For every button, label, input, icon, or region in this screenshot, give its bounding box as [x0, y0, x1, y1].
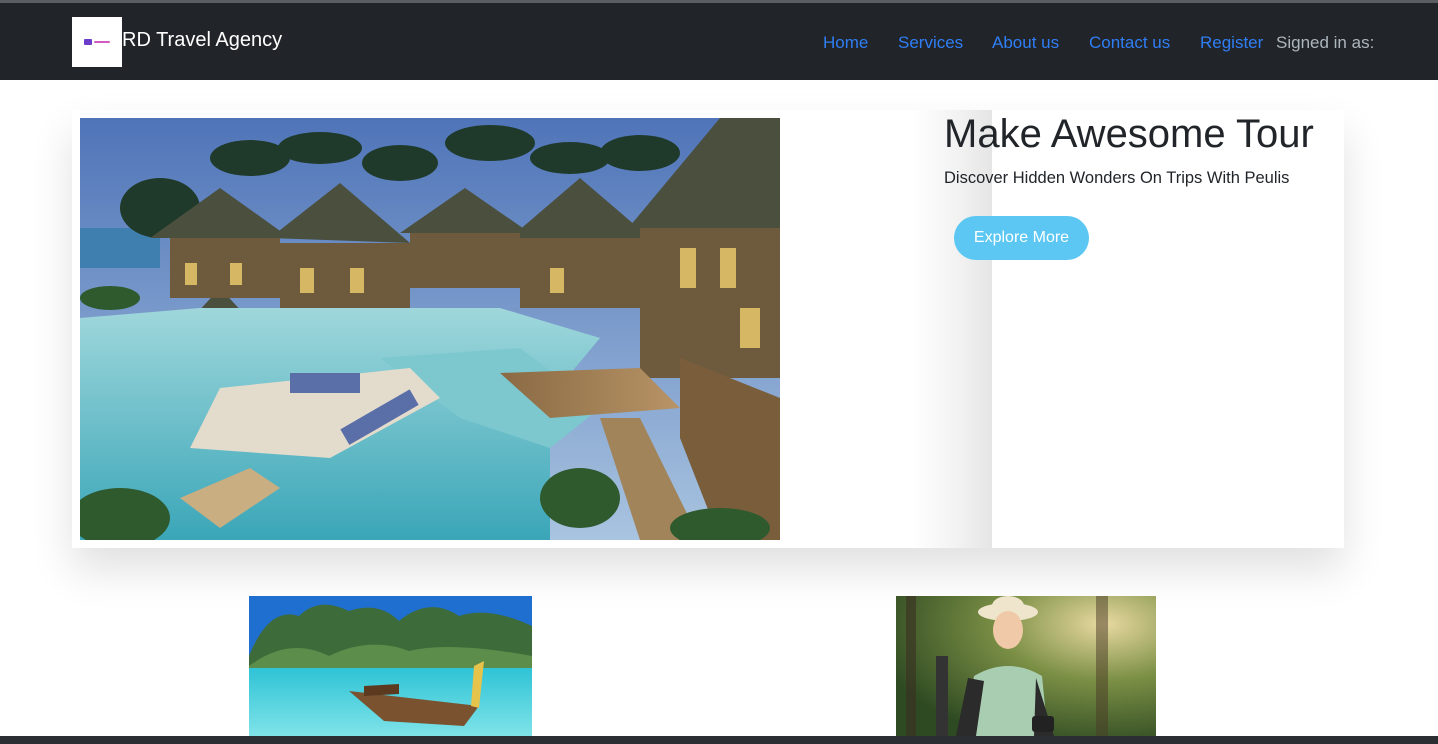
navbar: RD Travel Agency Home Services About us … [0, 3, 1438, 80]
nav-about-link[interactable]: About us [992, 33, 1059, 53]
island-longtail-boat-photo [249, 596, 532, 736]
explore-more-button[interactable]: Explore More [954, 216, 1089, 260]
brand-name[interactable]: RD Travel Agency [122, 29, 282, 52]
taskbar-edge [0, 736, 1438, 744]
hero-card: Make Awesome Tour Discover Hidden Wonder… [72, 110, 1344, 548]
woman-hiker-camera-photo [896, 596, 1156, 736]
signed-in-text: Signed in as: [1276, 33, 1375, 52]
nav-contact-link[interactable]: Contact us [1089, 33, 1170, 53]
nav-services-link[interactable]: Services [898, 33, 963, 53]
nav-home-link[interactable]: Home [823, 33, 868, 53]
nav-register-link[interactable]: Register [1200, 33, 1263, 53]
resort-pool-villas-photo [80, 118, 780, 540]
hero-subtitle: Discover Hidden Wonders On Trips With Pe… [944, 169, 1290, 187]
hero-title: Make Awesome Tour [944, 112, 1314, 156]
brand-logo-icon[interactable] [72, 17, 122, 67]
